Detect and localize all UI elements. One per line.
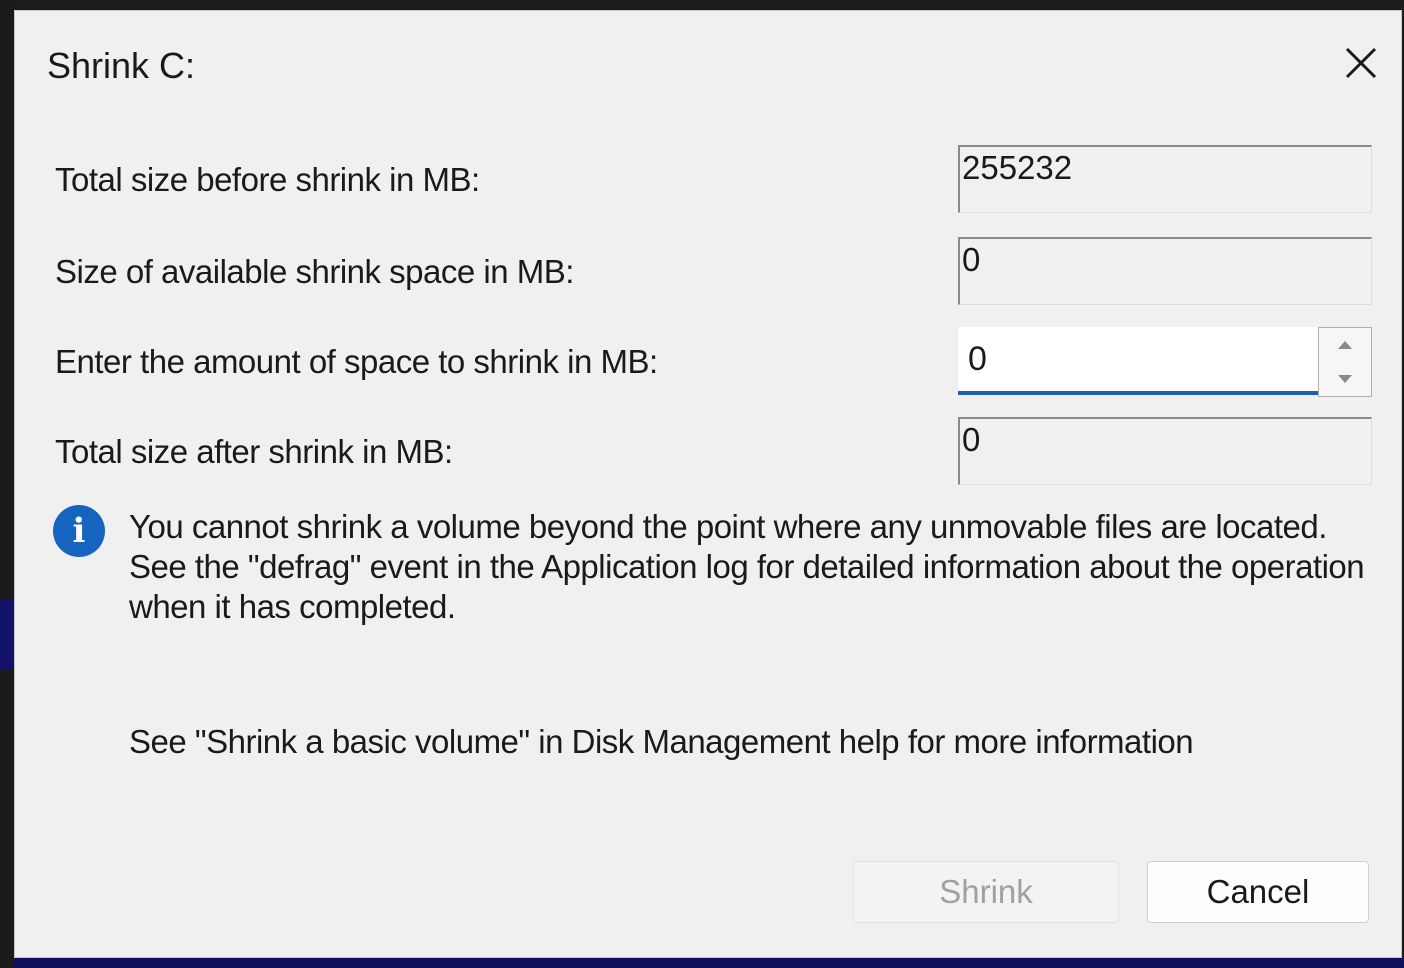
shrink-dialog: Shrink C: Total size before shrink in MB… — [14, 10, 1402, 958]
spin-up-button[interactable] — [1319, 328, 1371, 362]
close-button[interactable] — [1333, 35, 1389, 91]
background-taskbar-edge — [14, 958, 1404, 968]
info-message: You cannot shrink a volume beyond the po… — [129, 508, 1365, 625]
total-after-field: 0 — [958, 417, 1372, 485]
background-window — [0, 0, 14, 968]
spin-buttons — [1318, 327, 1372, 397]
help-message: See "Shrink a basic volume" in Disk Mana… — [129, 723, 1194, 760]
total-before-field: 255232 — [958, 145, 1372, 213]
arrow-up-icon — [1338, 341, 1352, 349]
shrink-button[interactable]: Shrink — [853, 861, 1119, 923]
shrink-amount-input[interactable] — [958, 327, 1318, 395]
available-space-label: Size of available shrink space in MB: — [55, 253, 574, 290]
shrink-amount-label: Enter the amount of space to shrink in M… — [55, 343, 658, 380]
available-space-field: 0 — [958, 237, 1372, 305]
arrow-down-icon — [1338, 375, 1352, 383]
total-before-label: Total size before shrink in MB: — [55, 161, 480, 198]
total-after-label: Total size after shrink in MB: — [55, 433, 453, 470]
background-accent — [0, 600, 14, 670]
close-icon — [1345, 47, 1377, 79]
cancel-button[interactable]: Cancel — [1147, 861, 1369, 923]
spin-down-button[interactable] — [1319, 362, 1371, 396]
info-icon: i — [53, 505, 105, 557]
shrink-amount-spinbox — [958, 327, 1372, 397]
dialog-title: Shrink C: — [47, 45, 196, 86]
